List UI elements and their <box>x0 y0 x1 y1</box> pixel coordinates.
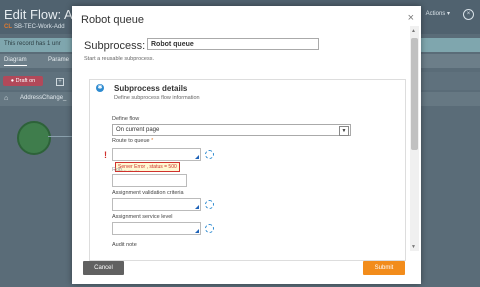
chevron-down-icon: ▼ <box>339 126 349 136</box>
param-gear-icon[interactable] <box>205 224 214 233</box>
subprocess-label: Subprocess: <box>84 40 146 52</box>
route-to-queue-label: Route to queue * <box>112 138 154 144</box>
subprocess-description: Start a reusable subprocess. <box>84 56 155 62</box>
close-icon[interactable]: × <box>408 12 414 24</box>
robot-queue-dialog: Robot queue × ▲ ▼ Subprocess: Robot queu… <box>72 6 421 284</box>
assignment-service-level-input[interactable] <box>112 222 201 235</box>
breadcrumb-home-icon[interactable]: ⌂ <box>4 95 12 103</box>
assignment-validation-label: Assignment validation criteria <box>112 190 184 196</box>
settings-icon: ✱ <box>96 84 104 92</box>
define-flow-select[interactable]: On current page ▼ <box>112 124 351 136</box>
scrollbar-thumb[interactable] <box>411 38 418 150</box>
define-flow-label: Define flow <box>112 116 140 122</box>
autocomplete-icon <box>195 229 199 233</box>
section-description: Define subprocess flow information <box>114 95 200 101</box>
tab-diagram[interactable]: Diagram <box>4 57 27 66</box>
scroll-up-icon[interactable]: ▲ <box>411 28 416 34</box>
subprocess-name-input[interactable]: Robot queue <box>147 38 319 50</box>
autocomplete-icon <box>195 205 199 209</box>
robot-field-input[interactable] <box>112 174 187 187</box>
required-asterisk: * <box>151 138 154 144</box>
record-id: CL SB-TEC-Work-Add <box>4 24 65 30</box>
param-gear-icon[interactable] <box>205 150 214 159</box>
audit-note-label: Audit note <box>112 242 137 248</box>
class-icon: CL <box>4 24 12 30</box>
actions-menu[interactable]: Actions ▾ <box>426 10 450 17</box>
autocomplete-icon <box>195 155 199 159</box>
add-icon[interactable]: + <box>56 78 64 86</box>
dialog-title: Robot queue <box>81 14 144 26</box>
assignment-validation-input[interactable] <box>112 198 201 211</box>
section-title: Subprocess details <box>114 84 188 93</box>
assignment-service-level-label: Assignment service level <box>112 214 173 220</box>
route-to-queue-input[interactable] <box>112 148 201 161</box>
draft-button[interactable]: ● Draft on <box>3 76 43 86</box>
cancel-button[interactable]: Cancel <box>83 261 124 275</box>
close-icon[interactable]: × <box>463 9 474 20</box>
tab-parameters[interactable]: Parame <box>48 57 69 63</box>
start-shape[interactable] <box>17 121 51 155</box>
scroll-down-icon[interactable]: ▼ <box>411 244 416 250</box>
robot-field-label: Rob... ... ... <box>112 167 139 173</box>
param-gear-icon[interactable] <box>205 200 214 209</box>
submit-button[interactable]: Submit <box>363 261 405 275</box>
connector-line <box>48 136 72 137</box>
error-icon: ! <box>104 150 107 160</box>
